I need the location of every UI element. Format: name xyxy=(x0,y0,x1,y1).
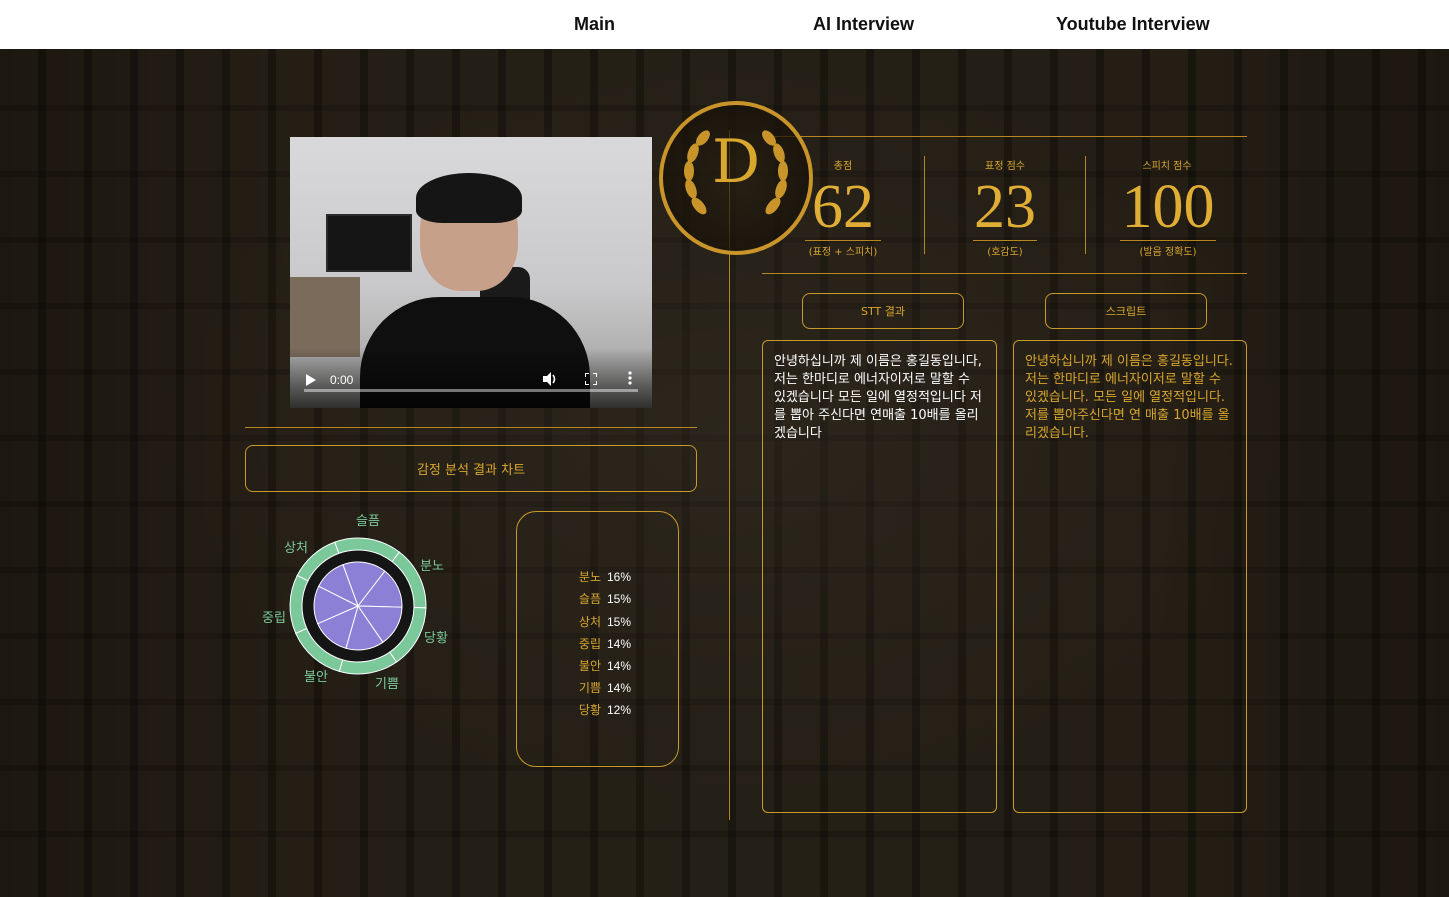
emotion-percent: 15% xyxy=(607,615,632,629)
list-item: 상처 15% xyxy=(567,613,631,630)
stt-result-text: 안녕하십니까 제 이름은 홍길동입니다, 저는 한마디로 에너자이저로 말할 수… xyxy=(774,354,982,441)
nav-main[interactable]: Main xyxy=(574,14,615,35)
top-navbar: Main AI Interview Youtube Interview xyxy=(0,0,1449,49)
emotion-name: 상처 xyxy=(578,615,601,629)
grade-medal: D xyxy=(659,101,813,255)
list-item: 슬픔 15% xyxy=(567,590,631,607)
tab-script[interactable]: 스크립트 xyxy=(1045,293,1207,329)
emotion-name: 불안 xyxy=(578,659,601,673)
video-time: 0:00 xyxy=(330,373,354,387)
emotion-name: 슬픔 xyxy=(578,592,601,606)
expression-score-label: 표정 점수 xyxy=(985,161,1025,172)
chart-label: 불안 xyxy=(304,670,328,685)
emotion-name: 기쁨 xyxy=(578,681,601,695)
emotion-name: 당황 xyxy=(578,703,601,717)
emotion-percent: 12% xyxy=(607,703,632,717)
emotion-percent-list: 분노 16% 슬픔 15% 상처 15% 중립 14% 불안 14% 기쁨 14% 당황 12… xyxy=(516,511,679,767)
emotion-percent: 16% xyxy=(607,570,632,584)
total-score-value: 62 xyxy=(812,173,874,241)
scores-top-line xyxy=(762,136,1247,137)
list-item: 중립 14% xyxy=(567,635,631,652)
expression-score-value: 23 xyxy=(974,173,1036,241)
emotion-name: 중립 xyxy=(578,637,601,651)
emotion-percent: 14% xyxy=(607,681,632,695)
speech-score-value: 100 xyxy=(1121,173,1215,241)
fullscreen-icon[interactable] xyxy=(584,372,598,388)
interview-video-player[interactable]: 0:00 xyxy=(290,137,652,408)
list-item: 불안 14% xyxy=(567,657,631,674)
emotion-donut-chart: 슬픔분노당황기쁨 불안 중립 상처 xyxy=(262,514,448,692)
list-item: 분노 16% xyxy=(567,568,631,585)
video-controls: 0:00 xyxy=(290,348,652,408)
play-icon[interactable] xyxy=(306,374,316,389)
left-divider xyxy=(245,427,697,428)
list-item: 당황 12% xyxy=(567,701,631,718)
score-divider-2 xyxy=(1085,156,1086,254)
chart-label: 중립 xyxy=(262,611,286,626)
emotion-percent: 14% xyxy=(607,637,632,651)
script-text: 안녕하십니까 제 이름은 홍길동입니다. 저는 한마디로 에너자이저로 말할 수… xyxy=(1025,354,1233,441)
chart-label: 분노 xyxy=(420,559,444,574)
total-score-label: 총점 xyxy=(833,161,853,172)
chart-label: 슬픔 xyxy=(356,514,380,529)
emotion-percent: 14% xyxy=(607,659,632,673)
video-progress-bar[interactable] xyxy=(304,389,638,392)
speech-score-caption: (발음 정확도) xyxy=(1120,240,1216,258)
emotion-chart-title: 감정 분석 결과 차트 xyxy=(245,445,697,492)
video-shelf xyxy=(290,277,360,357)
chart-label: 당황 xyxy=(424,631,448,646)
total-score-caption: (표정 + 스피치) xyxy=(805,240,881,258)
script-panel: 안녕하십니까 제 이름은 홍길동입니다. 저는 한마디로 에너자이저로 말할 수… xyxy=(1013,340,1247,813)
nav-youtube-interview[interactable]: Youtube Interview xyxy=(1056,14,1210,35)
expression-score-caption: (호감도) xyxy=(973,240,1037,258)
chart-label: 기쁨 xyxy=(375,677,399,692)
more-options-icon[interactable] xyxy=(628,371,632,388)
list-item: 기쁨 14% xyxy=(567,679,631,696)
stt-result-panel: 안녕하십니까 제 이름은 홍길동입니다, 저는 한마디로 에너자이저로 말할 수… xyxy=(762,340,997,813)
chart-label: 상처 xyxy=(284,541,308,556)
video-tv xyxy=(326,214,412,272)
emotion-percent: 15% xyxy=(607,592,632,606)
emotion-name: 분노 xyxy=(578,570,601,584)
tab-stt-result[interactable]: STT 결과 xyxy=(802,293,964,329)
nav-ai-interview[interactable]: AI Interview xyxy=(813,14,914,35)
score-divider-1 xyxy=(924,156,925,254)
scores-bottom-line xyxy=(762,273,1247,274)
speech-score-label: 스피치 점수 xyxy=(1142,161,1192,172)
volume-icon[interactable] xyxy=(543,372,558,389)
grade-letter: D xyxy=(711,127,761,197)
video-person-hair xyxy=(416,173,522,223)
